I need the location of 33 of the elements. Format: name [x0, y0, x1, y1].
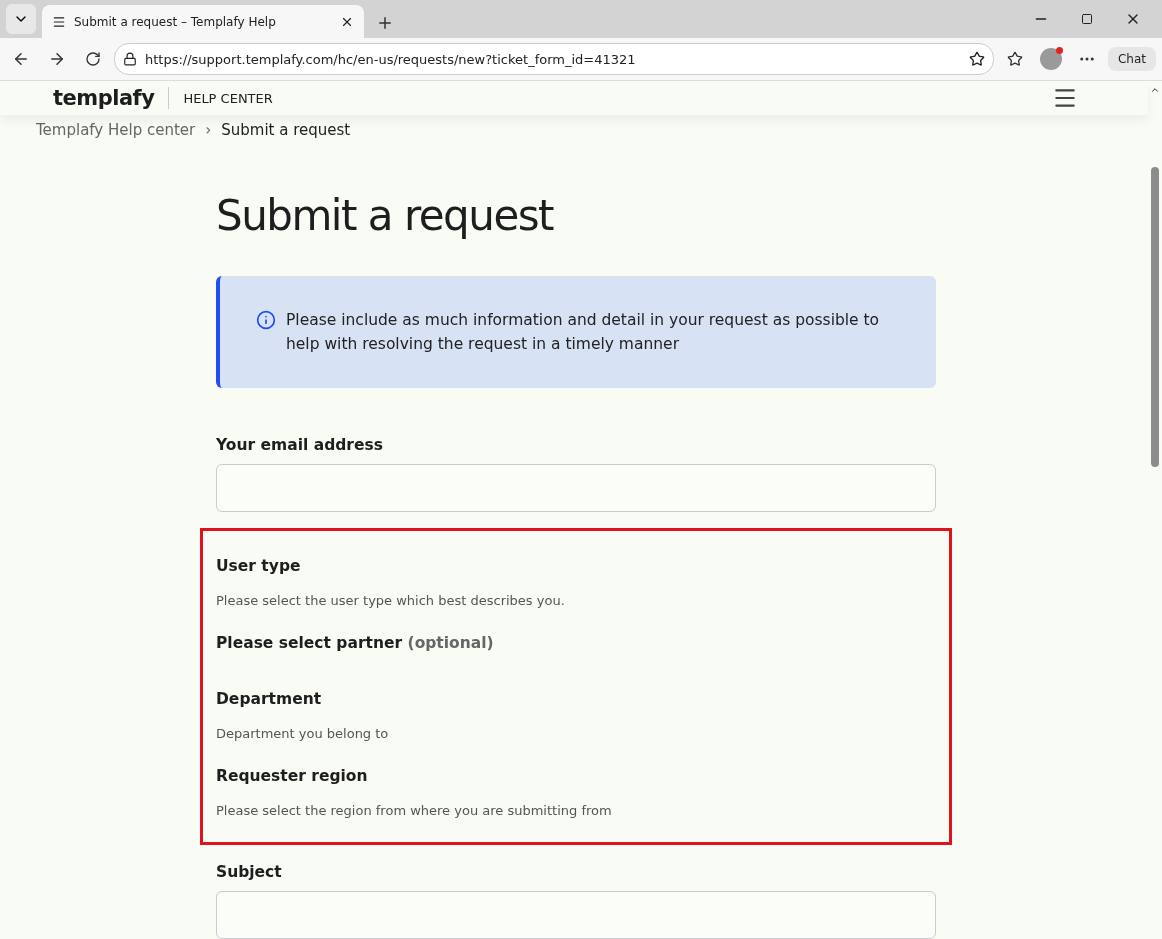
- breadcrumb-link[interactable]: Templafy Help center: [36, 121, 196, 139]
- reload-icon[interactable]: [85, 51, 101, 67]
- help-center-link[interactable]: HELP CENTER: [183, 90, 273, 106]
- profile-avatar[interactable]: [1039, 48, 1062, 70]
- field-label: Your email address: [216, 436, 384, 454]
- field-hint: Please select the user type which best describes you.: [216, 593, 566, 608]
- browser-tab[interactable]: Submit a request – Templafy Help: [42, 5, 364, 38]
- address-bar[interactable]: https://support.templafy.com/hc/en-us/requests/new?ticket_form_id=41321: [114, 43, 994, 75]
- chat-button[interactable]: Chat: [1107, 47, 1156, 71]
- tab-list-button[interactable]: [6, 4, 36, 34]
- scrollbar-thumb[interactable]: [1151, 167, 1159, 467]
- text-field[interactable]: [216, 464, 936, 512]
- field-label: Subject: [216, 863, 283, 881]
- info-icon: [256, 310, 276, 330]
- breadcrumb-link[interactable]: Submit a request: [221, 121, 351, 139]
- favorite-icon[interactable]: [968, 51, 985, 67]
- favorites-star-icon[interactable]: [1006, 51, 1023, 67]
- scroll-up-icon[interactable]: [1150, 85, 1160, 95]
- new-tab-icon[interactable]: [376, 14, 394, 32]
- forward-arrow-icon[interactable]: [48, 50, 66, 68]
- field-label: Requester region: [216, 767, 369, 785]
- maximize-icon[interactable]: [1081, 13, 1093, 25]
- text-field[interactable]: [216, 891, 936, 939]
- field-label: Please select partner (optional): [216, 634, 495, 652]
- lock-icon: [123, 52, 137, 66]
- brand-logo[interactable]: templafy: [53, 86, 155, 110]
- field-label: Department: [216, 690, 323, 708]
- notice-text: Please include as much information and detail in your request as possible to help with resolving the request in a timely manner: [286, 310, 881, 355]
- chevron-separator: ›: [205, 121, 212, 139]
- field-label: User type: [216, 557, 302, 575]
- field-hint: Please select the region from where you are submitting from: [216, 803, 613, 818]
- page-title: Submit a request: [216, 191, 555, 240]
- field-hint: Department you belong to: [216, 726, 390, 741]
